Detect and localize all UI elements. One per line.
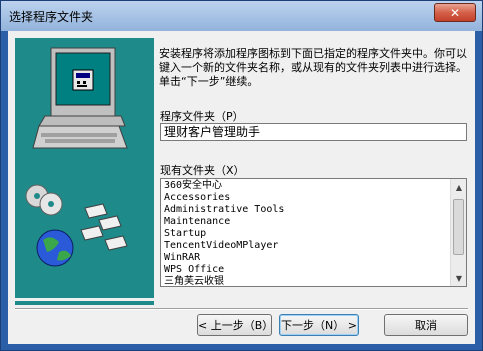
cd-disc-icon <box>25 184 63 216</box>
list-item[interactable]: 360安全中心 <box>164 180 448 192</box>
setup-wizard-window: 选择程序文件夹 ✕ 安装程序将添加程序图标到下面已指定的程序文件夹中。你可以键入… <box>0 0 483 351</box>
monitor-icon <box>50 47 116 117</box>
existing-folders-items: 360安全中心 Accessories Administrative Tools… <box>164 180 448 286</box>
list-item[interactable]: WinRAR <box>164 252 448 264</box>
close-button[interactable]: ✕ <box>434 3 476 22</box>
list-item[interactable]: WPS Office <box>164 264 448 276</box>
wizard-client-area: 安装程序将添加程序图标到下面已指定的程序文件夹中。你可以键入一个新的文件夹名称，… <box>8 31 475 344</box>
list-item[interactable]: Startup <box>164 228 448 240</box>
existing-folders-list[interactable]: 360安全中心 Accessories Administrative Tools… <box>160 178 467 287</box>
list-item[interactable]: Administrative Tools <box>164 204 448 216</box>
cancel-button[interactable]: 取消 <box>384 314 468 336</box>
side-panel-underline <box>15 301 154 305</box>
program-folder-input[interactable]: 理财客户管理助手 <box>160 123 467 141</box>
title-bar[interactable]: 选择程序文件夹 ✕ <box>1 1 482 31</box>
computer-illustration <box>25 47 128 267</box>
list-item[interactable]: Accessories <box>164 192 448 204</box>
floppy-disk-icon <box>80 203 128 251</box>
scroll-thumb[interactable] <box>453 199 464 255</box>
window-title: 选择程序文件夹 <box>9 10 94 24</box>
program-folder-label: 程序文件夹（P） <box>160 110 244 123</box>
instructions-text: 安装程序将添加程序图标到下面已指定的程序文件夹中。你可以键入一个新的文件夹名称，… <box>159 47 467 88</box>
list-item[interactable]: Maintenance <box>164 216 448 228</box>
next-button[interactable]: 下一步（N） > <box>279 314 359 336</box>
existing-folders-label: 现有文件夹（X） <box>160 164 245 177</box>
back-button[interactable]: < 上一步（B） <box>197 314 273 336</box>
button-separator <box>15 308 468 310</box>
globe-icon <box>36 229 74 267</box>
wizard-side-image <box>15 38 154 298</box>
list-item[interactable]: TencentVideoMPlayer <box>164 240 448 252</box>
list-scrollbar[interactable]: ▲ ▼ <box>450 179 466 286</box>
list-item[interactable]: 三角芙云收银 <box>164 276 448 286</box>
scroll-up-icon[interactable]: ▲ <box>451 179 466 195</box>
scroll-down-icon[interactable]: ▼ <box>451 270 466 286</box>
close-icon: ✕ <box>449 5 461 20</box>
keyboard-icon <box>32 115 128 149</box>
